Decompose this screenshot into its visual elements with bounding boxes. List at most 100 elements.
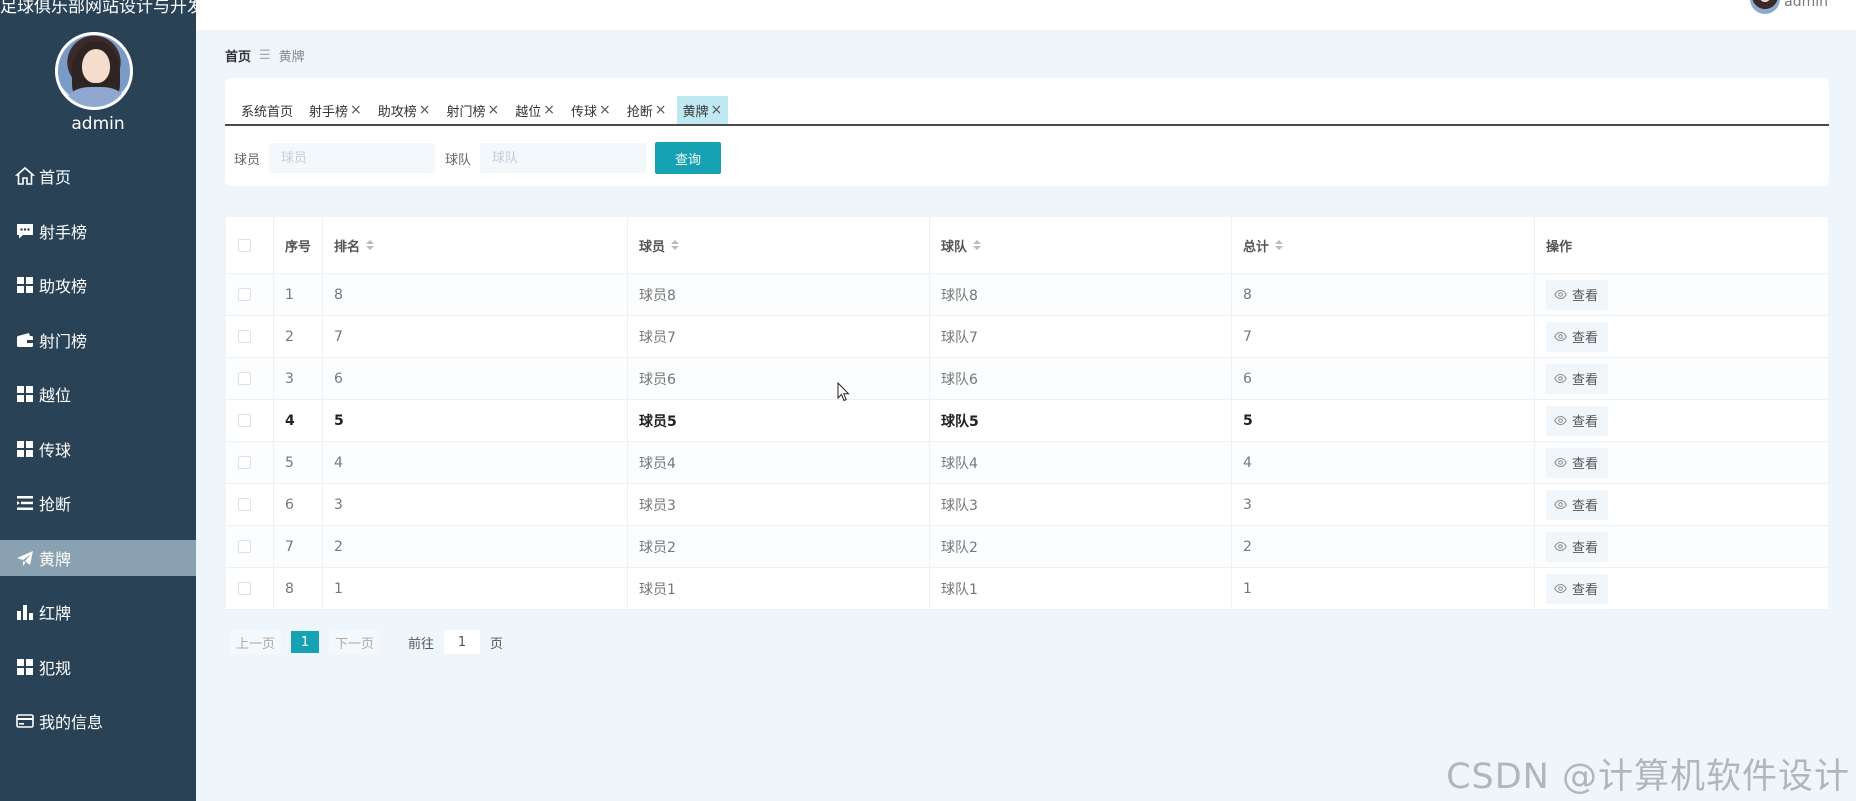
view-button[interactable]: 查看 xyxy=(1546,405,1609,436)
header-ops: 操作 xyxy=(1535,217,1828,273)
close-icon[interactable]: × xyxy=(488,102,500,118)
cell-player: 球员7 xyxy=(628,316,930,357)
close-icon[interactable]: × xyxy=(543,102,555,118)
sidebar-item-label: 黄牌 xyxy=(39,549,72,569)
sidebar-user-name: admin xyxy=(71,114,125,134)
tab-label: 越位 xyxy=(515,104,542,120)
tab-5[interactable]: 越位 × xyxy=(509,96,561,124)
header-total[interactable]: 总计 xyxy=(1232,217,1535,273)
header-rank[interactable]: 排名 xyxy=(323,217,628,273)
cell-ops: 查看 xyxy=(1535,358,1828,399)
close-icon[interactable]: × xyxy=(599,102,611,118)
cell-player: 球员4 xyxy=(628,442,930,483)
search-button[interactable]: 查询 xyxy=(655,142,722,174)
cell-team: 球队6 xyxy=(930,358,1232,399)
tab-2[interactable]: 射手榜 × xyxy=(303,96,368,124)
sort-icon[interactable] xyxy=(671,240,680,250)
sidebar-item-9[interactable]: 红牌 xyxy=(0,594,196,630)
sidebar-item-5[interactable]: 越位 xyxy=(0,376,196,412)
sidebar-item-label: 助攻榜 xyxy=(39,277,88,296)
tab-3[interactable]: 助攻榜 × xyxy=(372,96,437,124)
cell-rank: 2 xyxy=(323,526,628,567)
view-button[interactable]: 查看 xyxy=(1546,573,1609,604)
eye-icon xyxy=(1554,498,1572,511)
grid-icon xyxy=(15,657,35,677)
team-search-input[interactable] xyxy=(480,143,647,173)
sort-icon[interactable] xyxy=(1275,240,1284,250)
avatar[interactable] xyxy=(55,32,133,110)
sort-icon[interactable] xyxy=(366,240,375,250)
header-avatar[interactable] xyxy=(1750,0,1780,14)
sort-icon[interactable] xyxy=(973,240,982,250)
header-ops-label: 操作 xyxy=(1546,239,1573,255)
breadcrumb-home[interactable]: 首页 xyxy=(225,46,251,65)
sidebar-item-8[interactable]: 黄牌 xyxy=(0,539,196,576)
header-player[interactable]: 球员 xyxy=(628,217,930,273)
view-button[interactable]: 查看 xyxy=(1546,489,1609,520)
player-search-input[interactable] xyxy=(269,143,436,173)
tab-4[interactable]: 射门榜 × xyxy=(441,96,506,124)
breadcrumb-separator-icon: ☰ xyxy=(259,48,271,63)
cell-player: 球员3 xyxy=(628,484,930,525)
row-checkbox[interactable] xyxy=(238,582,251,595)
tab-bar: 系统首页 射手榜 × 助攻榜 × 射门榜 × 越位 × 传球 × 抢断 × 黄牌 × xyxy=(225,96,1829,126)
header-team[interactable]: 球队 xyxy=(930,217,1232,273)
prev-page-button[interactable]: 上一页 xyxy=(230,630,282,654)
sidebar: 足球俱乐部网站设计与开发 admin 首页 射手榜 助攻榜 射门榜 越位 传球 抢断 黄牌 红牌… xyxy=(0,0,196,801)
tab-label: 抢断 xyxy=(626,104,653,120)
cell-team: 球队1 xyxy=(930,568,1232,609)
header-user-name[interactable]: admin xyxy=(1784,0,1828,10)
view-button[interactable]: 查看 xyxy=(1546,447,1609,478)
table-header-row: 序号 排名 球员 球队 总计 操作 xyxy=(226,217,1828,274)
sidebar-item-2[interactable]: 射手榜 xyxy=(0,213,196,249)
cell-rank: 4 xyxy=(323,442,628,483)
sidebar-item-1[interactable]: 首页 xyxy=(0,158,196,194)
sidebar-item-label: 射门榜 xyxy=(39,331,88,351)
tab-8[interactable]: 黄牌 × xyxy=(676,96,729,124)
cell-ops: 查看 xyxy=(1535,316,1828,357)
next-page-button[interactable]: 下一页 xyxy=(329,630,381,654)
sidebar-item-6[interactable]: 传球 xyxy=(0,431,196,467)
tab-7[interactable]: 抢断 × xyxy=(621,96,673,124)
goto-page-input[interactable] xyxy=(444,630,481,654)
sidebar-item-10[interactable]: 犯规 xyxy=(0,649,196,685)
sidebar-item-3[interactable]: 助攻榜 xyxy=(0,267,196,303)
cell-player: 球员5 xyxy=(628,400,930,441)
pagination: 上一页 1 下一页 前往 页 xyxy=(230,630,503,654)
tab-1[interactable]: 系统首页 xyxy=(235,96,299,124)
row-checkbox[interactable] xyxy=(238,414,251,427)
close-icon[interactable]: × xyxy=(655,102,667,118)
sidebar-item-4[interactable]: 射门榜 xyxy=(0,322,196,358)
view-button[interactable]: 查看 xyxy=(1546,321,1609,352)
close-icon[interactable]: × xyxy=(419,102,431,118)
tab-6[interactable]: 传球 × xyxy=(565,96,617,124)
tab-label: 射手榜 xyxy=(309,104,349,120)
card-icon xyxy=(15,711,35,731)
cell-index: 8 xyxy=(274,568,323,609)
cell-index: 7 xyxy=(274,526,323,567)
row-checkbox[interactable] xyxy=(238,540,251,553)
cell-player: 球员2 xyxy=(628,526,930,567)
row-checkbox[interactable] xyxy=(238,288,251,301)
page-number-button[interactable]: 1 xyxy=(291,631,320,653)
close-icon[interactable]: × xyxy=(350,102,362,118)
view-button[interactable]: 查看 xyxy=(1546,363,1609,394)
view-button[interactable]: 查看 xyxy=(1546,279,1609,310)
sidebar-item-11[interactable]: 我的信息 xyxy=(0,703,196,739)
sidebar-item-7[interactable]: 抢断 xyxy=(0,485,196,521)
watermark: CSDN @计算机软件设计 xyxy=(1446,757,1850,797)
row-checkbox[interactable] xyxy=(238,330,251,343)
tab-label: 射门榜 xyxy=(446,104,486,120)
row-checkbox[interactable] xyxy=(238,498,251,511)
row-checkbox[interactable] xyxy=(238,456,251,469)
row-checkbox[interactable] xyxy=(238,372,251,385)
cell-ops: 查看 xyxy=(1535,526,1828,567)
close-icon[interactable]: × xyxy=(711,102,723,118)
eye-icon xyxy=(1554,414,1572,427)
sidebar-item-label: 红牌 xyxy=(39,604,72,623)
select-all-checkbox[interactable] xyxy=(238,238,251,252)
avatar-face xyxy=(82,49,110,83)
view-button[interactable]: 查看 xyxy=(1546,531,1609,562)
bar-chart-icon xyxy=(15,602,35,622)
cell-rank: 7 xyxy=(323,316,628,357)
